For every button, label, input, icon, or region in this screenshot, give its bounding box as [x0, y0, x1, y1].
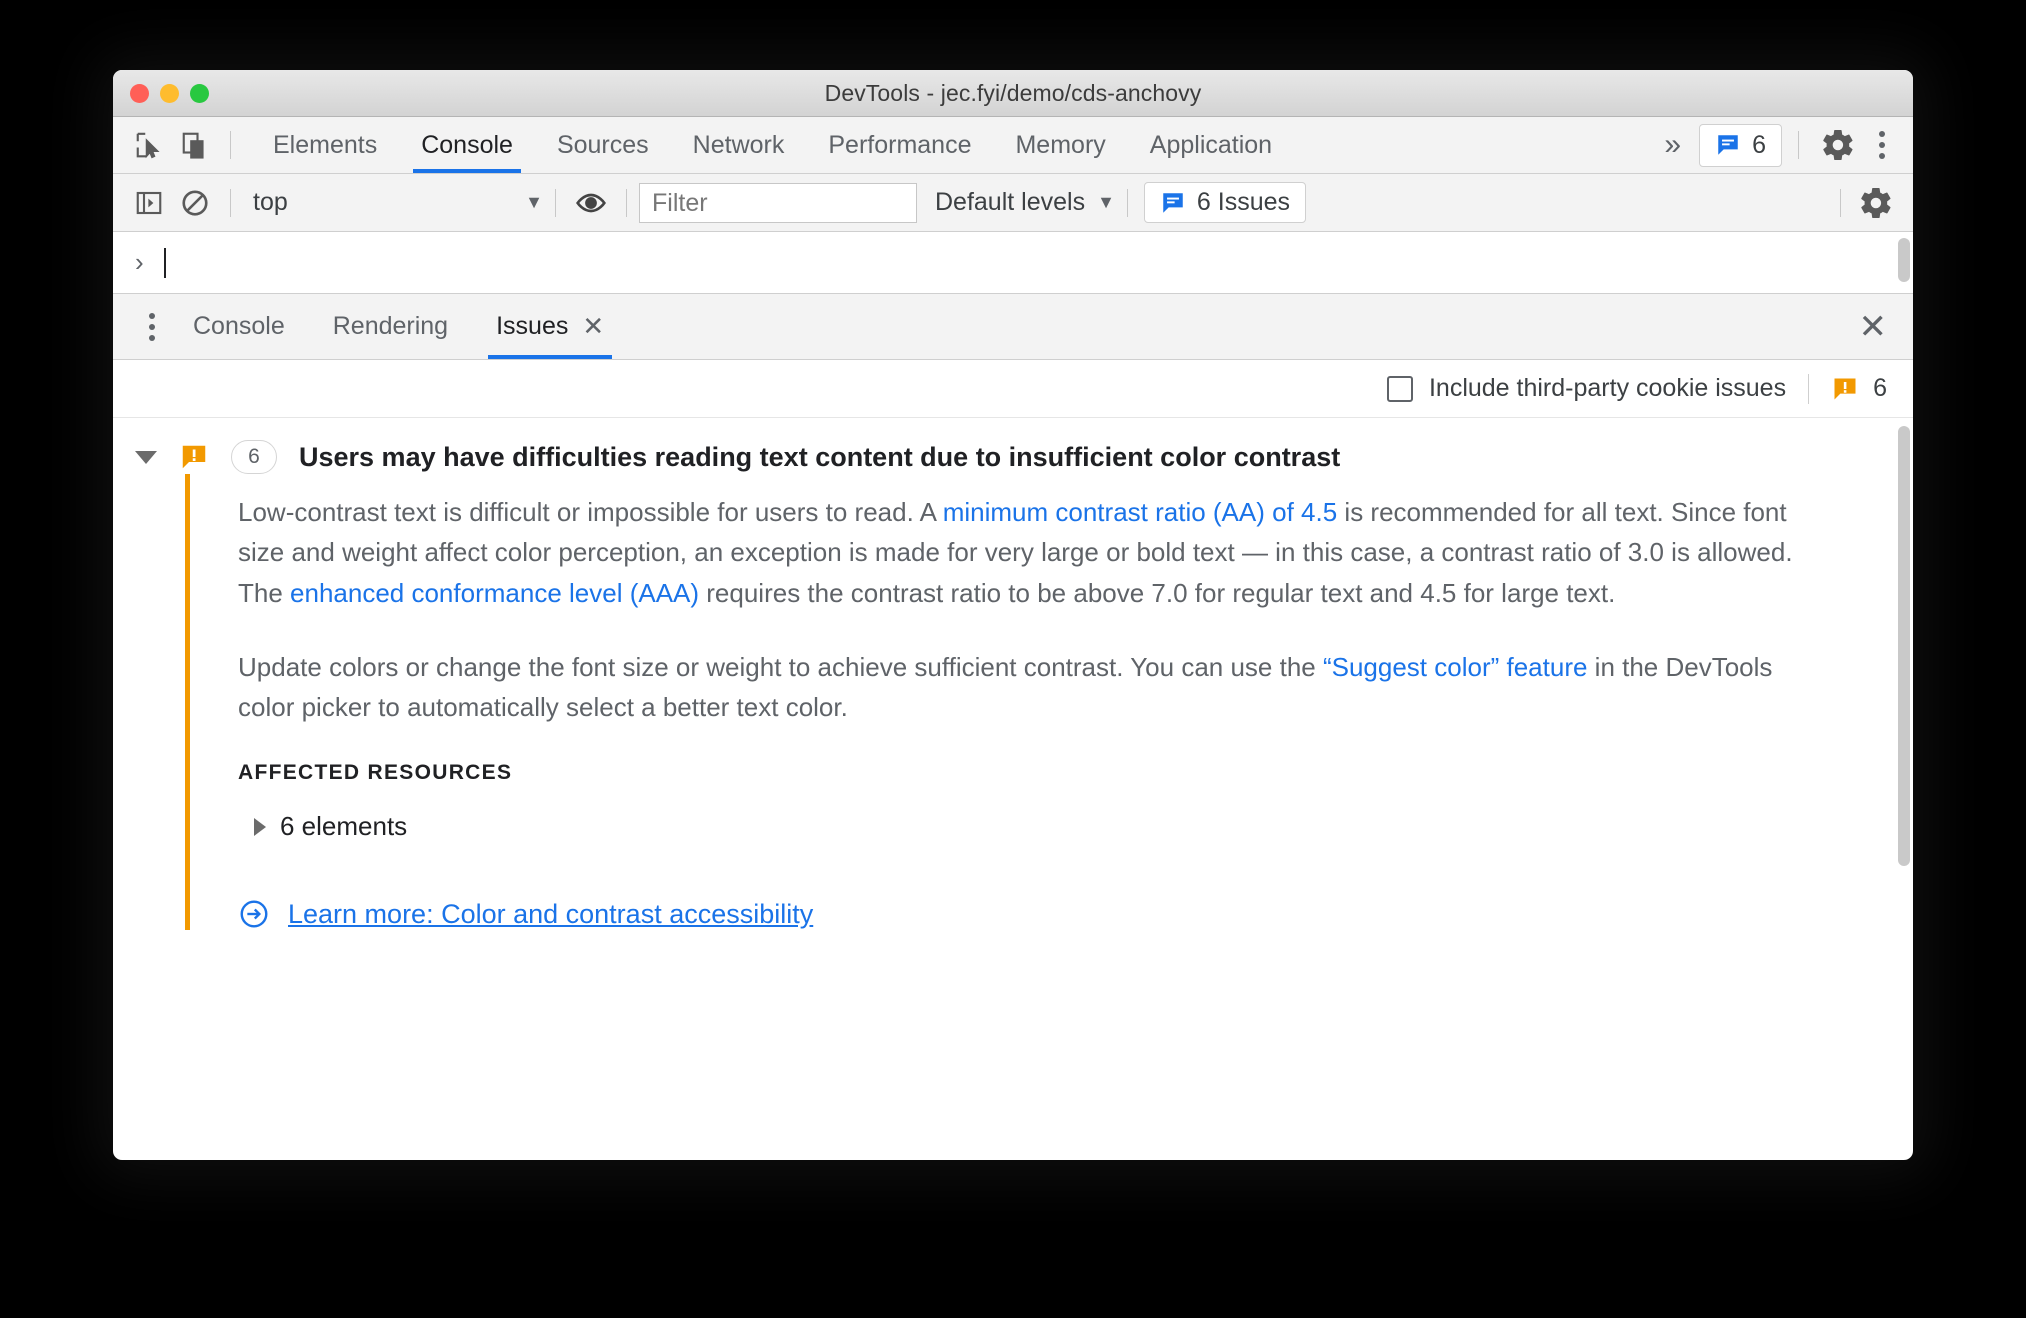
- console-prompt-row[interactable]: ›: [113, 232, 1913, 294]
- execution-context-value: top: [253, 188, 288, 216]
- issue-header-row[interactable]: 6 Users may have difficulties reading te…: [113, 418, 1913, 474]
- para1-part1: Low-contrast text is difficult or imposs…: [238, 497, 943, 527]
- tab-elements[interactable]: Elements: [251, 117, 399, 173]
- learn-more-link[interactable]: Learn more: Color and contrast accessibi…: [288, 899, 813, 930]
- console-toolbar-right: [1828, 180, 1913, 226]
- issue-paragraph-2: Update colors or change the font size or…: [238, 647, 1828, 728]
- tab-network[interactable]: Network: [671, 117, 807, 173]
- tab-memory[interactable]: Memory: [993, 117, 1127, 173]
- link-min-contrast-ratio[interactable]: minimum contrast ratio (AA) of 4.5: [943, 497, 1337, 527]
- issue-count-pill: 6: [231, 440, 277, 474]
- close-drawer-icon[interactable]: ✕: [1859, 307, 1888, 347]
- issues-scrollbar[interactable]: [1898, 426, 1910, 866]
- live-expression-icon[interactable]: [568, 180, 614, 226]
- issue-warning-count: 6: [1831, 374, 1887, 403]
- tab-label: Sources: [556, 130, 649, 159]
- toolbar-divider: [1798, 131, 1799, 159]
- screenshot-root: DevTools - jec.fyi/demo/cds-anchovy Elem…: [0, 0, 2026, 1318]
- affected-resources-heading: AFFECTED RESOURCES: [238, 761, 513, 785]
- window-title: DevTools - jec.fyi/demo/cds-anchovy: [824, 79, 1202, 106]
- prompt-arrow-icon: ›: [135, 247, 144, 277]
- gear-icon[interactable]: [1815, 122, 1861, 168]
- issues-count-badge[interactable]: 6: [1699, 123, 1782, 167]
- tab-application[interactable]: Application: [1128, 117, 1294, 173]
- console-scrollbar[interactable]: [1898, 238, 1910, 282]
- drawer-tab-label: Console: [193, 312, 285, 340]
- toolbar-divider: [230, 188, 231, 217]
- filter-input[interactable]: Filter: [639, 182, 917, 223]
- message-icon: [1718, 135, 1738, 155]
- kebab-menu-icon[interactable]: [135, 307, 169, 347]
- arrow-in-circle-icon: [240, 901, 268, 928]
- divider: [1808, 373, 1810, 404]
- console-toolbar: top ▼ Filter Default levels ▼ 6 Issues: [113, 174, 1913, 232]
- toolbar-divider: [1126, 188, 1128, 217]
- tab-label: Performance: [828, 130, 972, 159]
- toolbar-divider: [230, 131, 231, 159]
- main-toolbar-right: » 6: [1650, 122, 1913, 168]
- link-suggest-color[interactable]: “Suggest color” feature: [1323, 652, 1587, 682]
- drawer-tab-label: Rendering: [332, 312, 449, 340]
- chevron-down-icon[interactable]: [135, 450, 157, 464]
- warning-issue-icon: [1834, 378, 1856, 399]
- inspect-cursor-icon[interactable]: [126, 122, 172, 168]
- drawer-tab-rendering[interactable]: Rendering: [309, 294, 472, 359]
- message-icon: [1163, 192, 1183, 213]
- drawer-tab-issues[interactable]: Issues ✕: [472, 294, 628, 359]
- issues-list: 6 Users may have difficulties reading te…: [113, 418, 1913, 958]
- toolbar-divider: [1840, 188, 1841, 217]
- console-sidebar-icon[interactable]: [126, 180, 172, 226]
- link-enhanced-conformance[interactable]: enhanced conformance level (AAA): [290, 578, 699, 608]
- third-party-cookie-checkbox[interactable]: Include third-party cookie issues: [1386, 374, 1787, 403]
- panel-tabs: Elements Console Sources Network Perform…: [251, 117, 1294, 173]
- more-tabs-icon[interactable]: »: [1650, 130, 1695, 160]
- drawer-tab-label: Issues: [496, 312, 569, 340]
- log-levels-select[interactable]: Default levels ▼: [935, 188, 1115, 217]
- close-tab-icon[interactable]: ✕: [582, 311, 604, 342]
- affected-resources-item[interactable]: 6 elements: [254, 811, 1913, 842]
- tab-console[interactable]: Console: [399, 117, 535, 173]
- issue-detail: Low-contrast text is difficult or imposs…: [185, 474, 1913, 931]
- tab-performance[interactable]: Performance: [806, 117, 993, 173]
- clear-console-icon[interactable]: [172, 180, 218, 226]
- chevron-down-icon: ▼: [1097, 192, 1115, 212]
- drawer-tab-bar: Console Rendering Issues ✕ ✕: [113, 294, 1913, 360]
- main-toolbar: Elements Console Sources Network Perform…: [113, 117, 1913, 174]
- tab-label: Console: [421, 130, 513, 159]
- affected-resources-label: 6 elements: [280, 811, 408, 842]
- para2-part1: Update colors or change the font size or…: [238, 651, 1323, 682]
- tab-label: Network: [692, 130, 785, 159]
- chevron-down-icon: ▼: [525, 192, 543, 212]
- title-bar: DevTools - jec.fyi/demo/cds-anchovy: [113, 70, 1913, 117]
- warning-issue-icon: [182, 445, 206, 469]
- drawer-tab-console[interactable]: Console: [169, 294, 309, 359]
- tab-label: Application: [1149, 130, 1273, 159]
- learn-more-row[interactable]: Learn more: Color and contrast accessibi…: [238, 898, 1913, 930]
- checkbox-label: Include third-party cookie issues: [1428, 374, 1787, 402]
- devtools-window: DevTools - jec.fyi/demo/cds-anchovy Elem…: [113, 70, 1913, 1160]
- chevron-right-icon[interactable]: [254, 817, 266, 836]
- checkbox-box[interactable]: [1386, 375, 1413, 402]
- toolbar-divider: [626, 188, 627, 217]
- tab-sources[interactable]: Sources: [535, 117, 671, 173]
- issues-count: 6: [1752, 130, 1766, 159]
- text-cursor: [163, 247, 166, 278]
- gear-icon[interactable]: [1853, 180, 1899, 226]
- execution-context-select[interactable]: top ▼: [243, 188, 543, 217]
- toolbar-divider: [555, 188, 556, 217]
- issues-button[interactable]: 6 Issues: [1143, 182, 1307, 223]
- tab-label: Elements: [273, 130, 378, 159]
- kebab-menu-icon[interactable]: [1865, 125, 1899, 165]
- issues-button-label: 6 Issues: [1196, 188, 1291, 216]
- tab-label: Memory: [1015, 130, 1106, 159]
- log-levels-value: Default levels: [935, 188, 1086, 216]
- issues-options-row: Include third-party cookie issues 6: [113, 360, 1913, 418]
- para1-part3: requires the contrast ratio to be above …: [699, 577, 1616, 608]
- device-toolbar-icon[interactable]: [172, 122, 218, 168]
- issue-paragraph-1: Low-contrast text is difficult or imposs…: [238, 492, 1828, 613]
- issue-title: Users may have difficulties reading text…: [299, 441, 1341, 472]
- warning-count-value: 6: [1873, 374, 1887, 402]
